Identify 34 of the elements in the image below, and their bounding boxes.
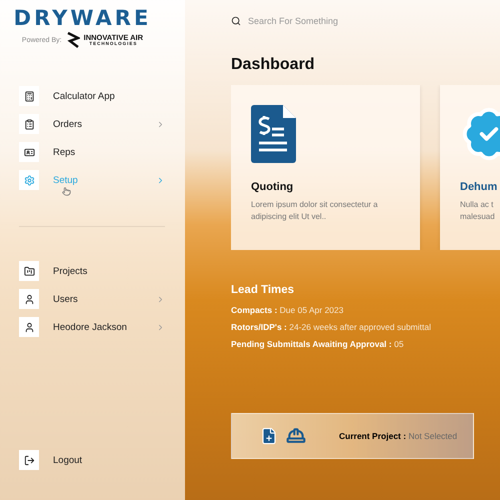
file-plus-icon	[260, 427, 278, 445]
sidebar-item[interactable]: Heodore Jackson	[19, 317, 165, 337]
card-description: Lorem ipsum dolor sit consectetur a adipiscing elit Ut vel..	[251, 199, 379, 223]
dashboard-card[interactable]: Quoting Lorem ipsum dolor sit consectetur a adipiscing elit Ut vel..	[231, 85, 420, 250]
lead-time-text: Pending Submittals Awaiting Approval : 05	[231, 339, 405, 349]
lead-time-text: Compacts : Due 05 Apr 2023	[231, 305, 344, 315]
card-title: Quoting	[251, 181, 294, 193]
sidebar-item[interactable]: Reps	[19, 142, 165, 162]
current-project-text: Current Project : Not Selected	[339, 431, 458, 441]
search-icon	[231, 16, 241, 26]
sidebar-item[interactable]: Calculator App	[19, 86, 165, 106]
settings-icon	[19, 170, 39, 190]
lead-time-text: Rotors/IDP's : 24-26 weeks after approved submittal	[231, 322, 432, 332]
card-description: Nulla ac t malesuad	[460, 199, 496, 223]
section-heading: Lead Times	[231, 284, 296, 296]
hand-cursor-icon	[62, 187, 71, 196]
dollar-document-icon	[251, 105, 296, 163]
worker-icon	[286, 426, 306, 446]
clipboard-icon	[19, 114, 39, 134]
search-field[interactable]: Search For Something	[246, 15, 410, 27]
page-title: Dashboard	[231, 56, 316, 74]
calculator-icon	[19, 86, 39, 106]
logout-icon	[19, 450, 39, 470]
dashboard-card[interactable]: Dehum Nulla ac t malesuad	[440, 85, 500, 250]
sidebar-item[interactable]: Users	[19, 289, 165, 309]
card-title: Dehum	[460, 181, 498, 193]
user-icon	[19, 317, 39, 337]
sidebar-item[interactable]: Orders	[19, 114, 165, 134]
logout-item[interactable]: Logout	[19, 450, 165, 470]
sidebar-item[interactable]: Projects	[19, 261, 165, 281]
folder-icon	[19, 261, 39, 281]
brand-logo: DRYWARE	[14, 6, 152, 30]
id-card-icon	[19, 142, 39, 162]
user-icon	[19, 289, 39, 309]
